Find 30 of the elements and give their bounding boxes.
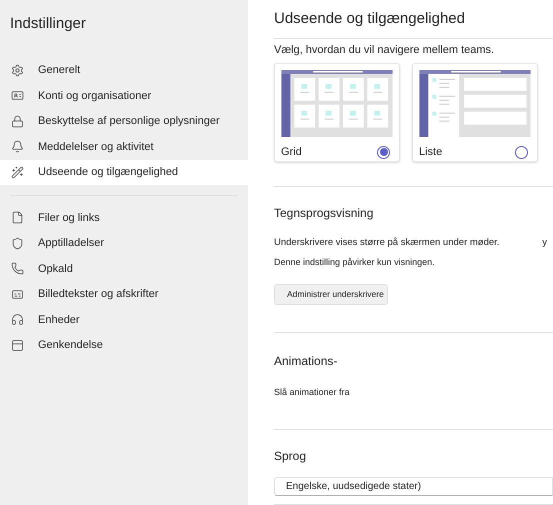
language-dropdown[interactable]: Engelske, uudsedigede stater) <box>274 476 553 496</box>
section-heading: Animations- <box>274 353 338 370</box>
shield-icon <box>11 236 24 250</box>
bell-icon <box>11 140 24 154</box>
sign-language-note: Denne indstilling påvirker kun visningen. <box>274 256 436 269</box>
phone-icon <box>11 262 24 276</box>
file-icon <box>11 211 24 224</box>
layout-option-label: Liste <box>419 145 442 160</box>
captions-icon <box>11 288 24 301</box>
cut-text: y <box>542 236 547 250</box>
page-title: Udseende og tilgængelighed <box>274 8 465 29</box>
sidebar-item[interactable]: Udseende og tilgængelighed <box>0 160 248 184</box>
section-heading: Tegnsprogsvisning <box>274 205 374 222</box>
layout-option-card[interactable]: Liste <box>412 62 538 162</box>
manage-signers-button[interactable]: Administrer underskrivere <box>274 284 388 305</box>
panel-icon <box>11 338 24 352</box>
radio-button[interactable] <box>515 146 528 159</box>
headset-icon <box>11 313 24 326</box>
id-card-icon <box>11 89 24 102</box>
sidebar-title: Indstillinger <box>10 14 86 34</box>
layout-option-card[interactable]: Grid <box>274 62 400 162</box>
animations-label: Slå animationer fra <box>274 386 351 400</box>
section-heading: Sprog <box>274 448 308 465</box>
lock-icon <box>11 114 24 128</box>
radio-button[interactable] <box>377 146 390 159</box>
wand-icon <box>11 166 24 179</box>
layout-option-label: Grid <box>281 145 302 160</box>
navigation-description: Vælg, hvordan du vil navigere mellem teams. <box>274 43 496 58</box>
sign-language-description: Underskrivere vises større på skærmen under møder. <box>274 236 500 250</box>
settings-icon <box>11 64 24 77</box>
